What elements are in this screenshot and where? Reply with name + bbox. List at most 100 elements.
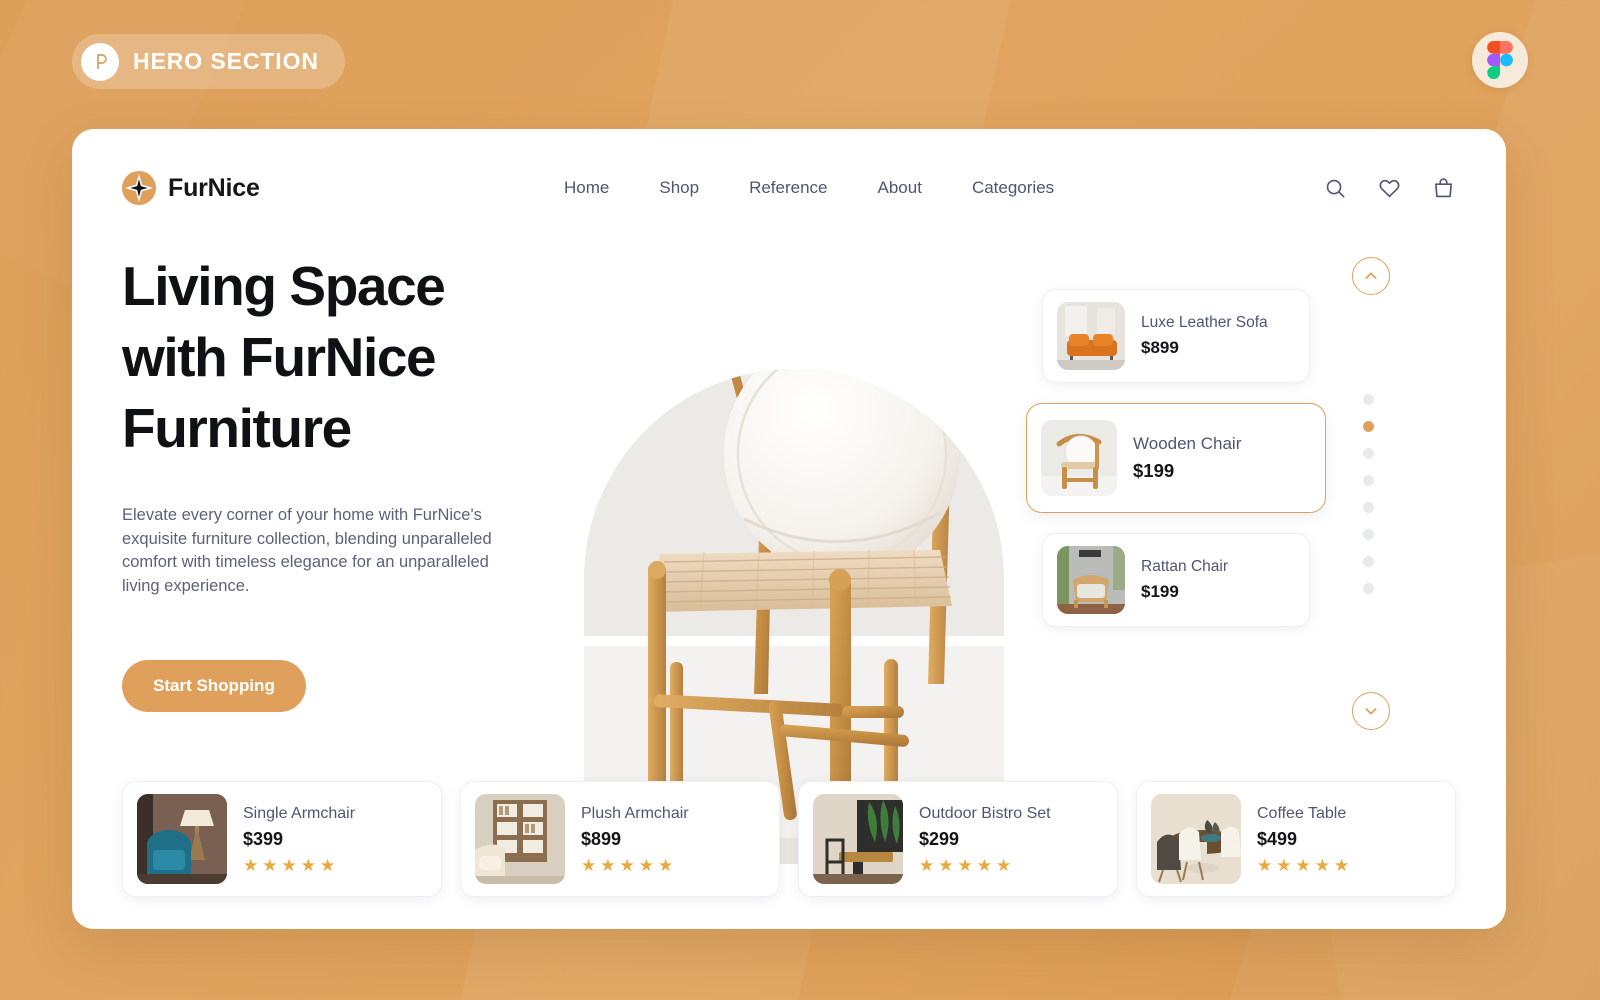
- figma-p-logo-icon: [81, 42, 119, 81]
- carousel-up-button[interactable]: [1352, 257, 1390, 295]
- hero-copy: Living Space with FurNice Furniture Elev…: [122, 251, 552, 712]
- star-icon: ★: [1276, 855, 1292, 875]
- rating-stars: ★ ★ ★ ★ ★: [919, 857, 1051, 874]
- star-icon: ★: [243, 855, 259, 875]
- star-icon: ★: [976, 855, 992, 875]
- pagination-dot[interactable]: [1363, 556, 1374, 567]
- figma-logo-icon: [1472, 32, 1528, 88]
- star-icon: ★: [262, 855, 278, 875]
- nav-link-shop[interactable]: Shop: [659, 178, 699, 198]
- product-thumbnail: [1057, 302, 1125, 370]
- rating-stars: ★ ★ ★ ★ ★: [243, 857, 355, 874]
- nav-link-categories[interactable]: Categories: [972, 178, 1054, 198]
- star-icon: ★: [600, 855, 616, 875]
- navbar: FurNice Home Shop Reference About Catego…: [72, 129, 1506, 247]
- product-name: Single Armchair: [243, 804, 356, 822]
- product-price: $899: [581, 828, 622, 849]
- product-price: $299: [919, 828, 960, 849]
- rating-stars: ★ ★ ★ ★ ★: [581, 857, 689, 874]
- star-icon: ★: [320, 855, 336, 875]
- rating-stars: ★ ★ ★ ★ ★: [1257, 857, 1349, 874]
- star-icon: ★: [300, 855, 316, 875]
- product-price: $499: [1257, 828, 1298, 849]
- page-title: Living Space with FurNice Furniture: [122, 251, 552, 464]
- chevron-down-icon: [1365, 708, 1377, 715]
- nav-link-reference[interactable]: Reference: [749, 178, 827, 198]
- product-info: Coffee Table $499 ★ ★ ★ ★ ★: [1257, 805, 1349, 874]
- carousel-down-button[interactable]: [1352, 692, 1390, 730]
- star-icon: ★: [619, 855, 635, 875]
- product-info: Outdoor Bistro Set $299 ★ ★ ★ ★ ★: [919, 805, 1051, 874]
- rail-product-card[interactable]: Rattan Chair $199: [1042, 533, 1310, 627]
- product-price: $199: [1133, 460, 1175, 481]
- product-name: Outdoor Bistro Set: [919, 804, 1051, 822]
- strip-product-card[interactable]: Coffee Table $499 ★ ★ ★ ★ ★: [1136, 781, 1456, 897]
- pagination-dot[interactable]: [1363, 583, 1374, 594]
- hero-section-badge: HERO SECTION: [72, 34, 345, 89]
- product-strip: Single Armchair $399 ★ ★ ★ ★ ★ Plush Arm…: [122, 781, 1456, 897]
- hero-title-line-1: Living Space: [122, 255, 446, 317]
- product-info: Rattan Chair $199: [1141, 558, 1228, 602]
- product-thumbnail: [1041, 420, 1117, 496]
- heart-icon[interactable]: [1376, 175, 1402, 201]
- pagination-dot[interactable]: [1363, 529, 1374, 540]
- pagination-dot-active[interactable]: [1363, 421, 1374, 432]
- start-shopping-button[interactable]: Start Shopping: [122, 660, 306, 712]
- pagination-dot[interactable]: [1363, 502, 1374, 513]
- nav-links: Home Shop Reference About Categories: [564, 178, 1054, 198]
- brand-logo[interactable]: FurNice: [122, 171, 260, 205]
- pagination-dot[interactable]: [1363, 475, 1374, 486]
- product-thumbnail: [813, 794, 903, 884]
- product-price: $199: [1141, 582, 1179, 601]
- sparkle-circle-logo-icon: [122, 171, 156, 205]
- hero-title-line-3: Furniture: [122, 397, 352, 459]
- rail-product-card[interactable]: Luxe Leather Sofa $899: [1042, 289, 1310, 383]
- star-icon: ★: [1314, 855, 1330, 875]
- star-icon: ★: [1334, 855, 1350, 875]
- product-name: Rattan Chair: [1141, 558, 1229, 575]
- star-icon: ★: [1295, 855, 1311, 875]
- product-name: Coffee Table: [1257, 804, 1347, 822]
- product-name: Luxe Leather Sofa: [1141, 314, 1268, 331]
- product-info: Single Armchair $399 ★ ★ ★ ★ ★: [243, 805, 355, 874]
- brand-name: FurNice: [168, 173, 260, 202]
- nav-link-home[interactable]: Home: [564, 178, 609, 198]
- star-icon: ★: [281, 855, 297, 875]
- nav-link-about[interactable]: About: [878, 178, 922, 198]
- website-preview-card: FurNice Home Shop Reference About Catego…: [72, 129, 1506, 929]
- shopping-bag-icon[interactable]: [1430, 175, 1456, 201]
- star-icon: ★: [919, 855, 935, 875]
- product-info: Plush Armchair $899 ★ ★ ★ ★ ★: [581, 805, 689, 874]
- product-info: Wooden Chair $199: [1133, 434, 1241, 482]
- product-thumbnail: [1057, 546, 1125, 614]
- product-name: Plush Armchair: [581, 804, 689, 822]
- product-rail: Luxe Leather Sofa $899 Wooden Chair $199…: [1026, 289, 1362, 647]
- star-icon: ★: [996, 855, 1012, 875]
- star-icon: ★: [638, 855, 654, 875]
- product-thumbnail: [475, 794, 565, 884]
- hero-description: Elevate every corner of your home with F…: [122, 506, 492, 595]
- chevron-up-icon: [1365, 272, 1377, 279]
- strip-product-card[interactable]: Single Armchair $399 ★ ★ ★ ★ ★: [122, 781, 442, 897]
- strip-product-card[interactable]: Plush Armchair $899 ★ ★ ★ ★ ★: [460, 781, 780, 897]
- carousel-pagination-dots: [1363, 394, 1374, 594]
- rail-product-card-active[interactable]: Wooden Chair $199: [1026, 403, 1326, 513]
- product-price: $399: [243, 828, 284, 849]
- wooden-chair-photo: [584, 369, 1004, 864]
- hero-title-line-2: with FurNice: [122, 326, 437, 388]
- star-icon: ★: [1257, 855, 1273, 875]
- pagination-dot[interactable]: [1363, 448, 1374, 459]
- hero-section-badge-label: HERO SECTION: [133, 48, 319, 74]
- star-icon: ★: [938, 855, 954, 875]
- search-icon[interactable]: [1322, 175, 1348, 201]
- nav-actions: [1322, 175, 1456, 201]
- product-thumbnail: [1151, 794, 1241, 884]
- strip-product-card[interactable]: Outdoor Bistro Set $299 ★ ★ ★ ★ ★: [798, 781, 1118, 897]
- star-icon: ★: [957, 855, 973, 875]
- product-name: Wooden Chair: [1133, 434, 1242, 453]
- hero-image: [584, 254, 1004, 864]
- pagination-dot[interactable]: [1363, 394, 1374, 405]
- star-icon: ★: [658, 855, 674, 875]
- product-price: $899: [1141, 338, 1179, 357]
- product-info: Luxe Leather Sofa $899: [1141, 314, 1268, 358]
